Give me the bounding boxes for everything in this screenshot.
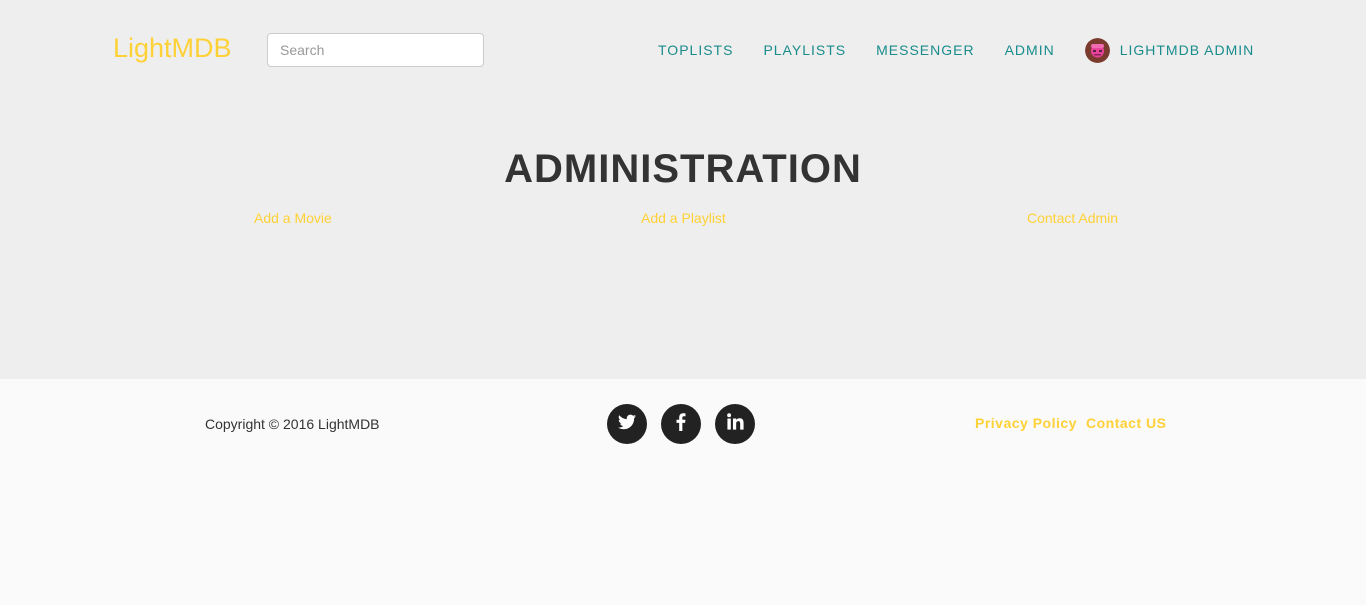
user-menu[interactable]: LIGHTMDB ADMIN <box>1084 37 1255 63</box>
nav-admin[interactable]: ADMIN <box>1005 42 1055 58</box>
contact-admin-link[interactable]: Contact Admin <box>1027 210 1118 226</box>
twitter-button[interactable] <box>607 404 647 444</box>
add-movie-link[interactable]: Add a Movie <box>254 210 332 226</box>
facebook-icon <box>676 412 686 436</box>
nav-toplists[interactable]: TOPLISTS <box>658 42 733 58</box>
nav-user-label: LIGHTMDB ADMIN <box>1119 42 1255 58</box>
contact-us-link[interactable]: Contact US <box>1086 415 1166 431</box>
brand-logo[interactable]: LightMDB <box>113 31 232 65</box>
privacy-policy-link[interactable]: Privacy Policy <box>975 415 1077 431</box>
facebook-button[interactable] <box>661 404 701 444</box>
linkedin-button[interactable] <box>715 404 755 444</box>
main-nav: TOPLISTS PLAYLISTS MESSENGER ADMIN LIGHT… <box>658 37 1255 63</box>
page-title: ADMINISTRATION <box>504 147 862 191</box>
copyright-text: Copyright © 2016 LightMDB <box>205 416 380 432</box>
user-avatar-icon <box>1084 37 1110 63</box>
linkedin-icon <box>726 413 744 435</box>
add-playlist-link[interactable]: Add a Playlist <box>641 210 726 226</box>
twitter-icon <box>618 414 636 435</box>
search-input[interactable] <box>267 33 484 67</box>
nav-messenger[interactable]: MESSENGER <box>876 42 974 58</box>
nav-playlists[interactable]: PLAYLISTS <box>763 42 846 58</box>
